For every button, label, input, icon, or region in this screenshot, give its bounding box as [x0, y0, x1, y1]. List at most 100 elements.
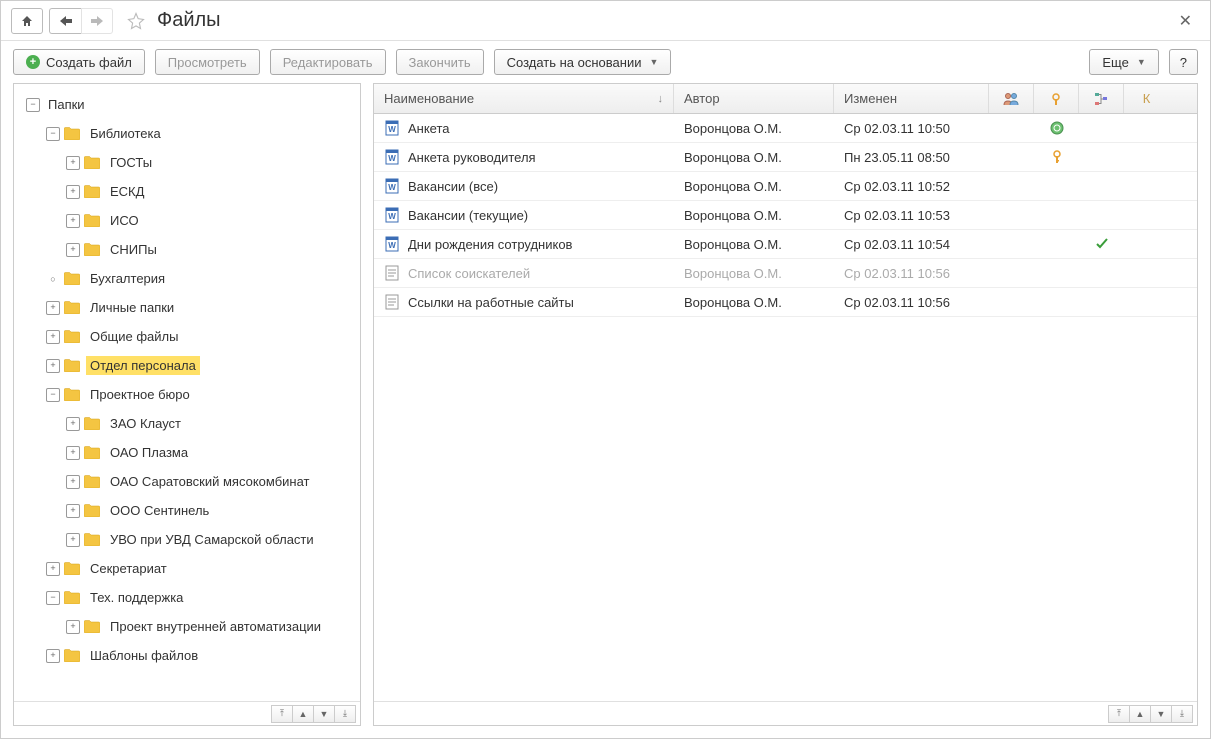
file-row[interactable]: Ссылки на работные сайтыВоронцова О.М.Ср…: [374, 288, 1197, 317]
tree-label: Общие файлы: [86, 327, 182, 346]
chevron-down-icon: ▼: [649, 57, 658, 67]
tree-node[interactable]: + Общие файлы: [18, 322, 356, 351]
file-row[interactable]: WАнкетаВоронцова О.М.Ср 02.03.11 10:50: [374, 114, 1197, 143]
more-dropdown[interactable]: Еще ▼: [1089, 49, 1158, 75]
file-row[interactable]: WАнкета руководителяВоронцова О.М.Пн 23.…: [374, 143, 1197, 172]
tree-node[interactable]: −Проектное бюро: [18, 380, 356, 409]
grid-body[interactable]: WАнкетаВоронцова О.М.Ср 02.03.11 10:50WА…: [374, 114, 1197, 701]
column-header-name[interactable]: Наименование ↓: [374, 84, 674, 113]
tree-label: СНИПы: [106, 240, 161, 259]
tree-node[interactable]: +Личные папки: [18, 293, 356, 322]
column-header-tree-icon[interactable]: [1079, 84, 1124, 113]
footer-btn[interactable]: ▼: [1150, 705, 1172, 723]
file-row[interactable]: Список соискателейВоронцова О.М.Ср 02.03…: [374, 259, 1197, 288]
tree-node[interactable]: + ЕСКД: [18, 177, 356, 206]
file-row[interactable]: WДни рождения сотрудниковВоронцова О.М.С…: [374, 230, 1197, 259]
collapse-icon[interactable]: −: [46, 388, 60, 402]
collapse-icon[interactable]: −: [46, 127, 60, 141]
file-modified: Ср 02.03.11 10:56: [834, 266, 989, 281]
footer-btn[interactable]: ⤓: [1171, 705, 1193, 723]
expand-icon[interactable]: +: [66, 214, 80, 228]
tree-node[interactable]: + Отдел персонала: [18, 351, 356, 380]
tree-node[interactable]: +УВО при УВД Самарской области: [18, 525, 356, 554]
expand-icon[interactable]: +: [66, 156, 80, 170]
expand-icon[interactable]: +: [66, 475, 80, 489]
expand-icon[interactable]: +: [66, 620, 80, 634]
file-check-cell: [1079, 238, 1124, 250]
collapse-icon[interactable]: −: [26, 98, 40, 112]
column-header-modified[interactable]: Изменен: [834, 84, 989, 113]
expand-icon[interactable]: +: [46, 649, 60, 663]
tree-label: Проект внутренней автоматизации: [106, 617, 325, 636]
titlebar: Файлы ✕: [1, 1, 1210, 41]
expand-icon[interactable]: +: [46, 562, 60, 576]
page-title: Файлы: [157, 9, 1171, 32]
tree-node[interactable]: −Библиотека: [18, 119, 356, 148]
tree-label: Отдел персонала: [86, 356, 200, 375]
file-type-icon: W: [384, 236, 400, 252]
view-button[interactable]: Просмотреть: [155, 49, 260, 75]
expand-icon[interactable]: +: [66, 533, 80, 547]
footer-btn[interactable]: ▲: [1129, 705, 1151, 723]
toolbar: + Создать файл Просмотреть Редактировать…: [1, 41, 1210, 83]
footer-btn[interactable]: ⤓: [334, 705, 356, 723]
create-based-dropdown[interactable]: Создать на основании ▼: [494, 49, 672, 75]
column-header-key-icon[interactable]: [1034, 84, 1079, 113]
expand-icon[interactable]: +: [66, 446, 80, 460]
close-button[interactable]: ✕: [1171, 7, 1200, 35]
svg-text:W: W: [388, 154, 396, 163]
column-header-k[interactable]: К: [1124, 84, 1169, 113]
file-author: Воронцова О.М.: [674, 295, 834, 310]
collapse-icon[interactable]: −: [46, 591, 60, 605]
expand-icon[interactable]: +: [66, 243, 80, 257]
tree-node[interactable]: ○Бухгалтерия: [18, 264, 356, 293]
tree-node[interactable]: −Тех. поддержка: [18, 583, 356, 612]
left-pane-footer: ⤒ ▲ ▼ ⤓: [14, 701, 360, 725]
expand-icon[interactable]: +: [66, 504, 80, 518]
tree-node[interactable]: +ООО Сентинель: [18, 496, 356, 525]
file-row[interactable]: WВакансии (текущие)Воронцова О.М.Ср 02.0…: [374, 201, 1197, 230]
finish-button[interactable]: Закончить: [396, 49, 484, 75]
tree-root[interactable]: −Папки: [18, 90, 356, 119]
expand-icon[interactable]: +: [66, 185, 80, 199]
footer-btn[interactable]: ⤒: [1108, 705, 1130, 723]
expand-icon[interactable]: +: [46, 330, 60, 344]
column-header-author[interactable]: Автор: [674, 84, 834, 113]
tree-node[interactable]: +Шаблоны файлов: [18, 641, 356, 670]
file-name: Анкета руководителя: [408, 150, 536, 165]
back-button[interactable]: [49, 8, 81, 34]
tree-node[interactable]: + ГОСТы: [18, 148, 356, 177]
favorite-star-icon[interactable]: [123, 8, 149, 34]
svg-text:W: W: [388, 183, 396, 192]
tree-label: ЕСКД: [106, 182, 148, 201]
help-button[interactable]: ?: [1169, 49, 1198, 75]
footer-btn[interactable]: ⤒: [271, 705, 293, 723]
file-row[interactable]: WВакансии (все)Воронцова О.М.Ср 02.03.11…: [374, 172, 1197, 201]
tree-bullet-icon: ○: [46, 272, 60, 286]
tree-node[interactable]: +ОАО Саратовский мясокомбинат: [18, 467, 356, 496]
edit-button[interactable]: Редактировать: [270, 49, 386, 75]
tree-node[interactable]: +Секретариат: [18, 554, 356, 583]
tree-label: ИСО: [106, 211, 143, 230]
tree-node[interactable]: +ЗАО Клауст: [18, 409, 356, 438]
tree-node[interactable]: +ОАО Плазма: [18, 438, 356, 467]
footer-btn[interactable]: ▲: [292, 705, 314, 723]
expand-icon[interactable]: +: [46, 301, 60, 315]
svg-text:W: W: [388, 125, 396, 134]
tree-label: ГОСТы: [106, 153, 156, 172]
expand-icon[interactable]: +: [46, 359, 60, 373]
create-file-button[interactable]: + Создать файл: [13, 49, 145, 75]
file-author: Воронцова О.М.: [674, 150, 834, 165]
folder-tree[interactable]: −Папки−Библиотека+ГОСТы+ЕСКД+ИСО+СНИПы○Б…: [14, 84, 360, 701]
home-button[interactable]: [11, 8, 43, 34]
tree-node[interactable]: + Проект внутренней автоматизации: [18, 612, 356, 641]
file-name: Анкета: [408, 121, 450, 136]
footer-btn[interactable]: ▼: [313, 705, 335, 723]
tree-node[interactable]: + СНИПы: [18, 235, 356, 264]
forward-button[interactable]: [81, 8, 113, 34]
file-author: Воронцова О.М.: [674, 179, 834, 194]
expand-icon[interactable]: +: [66, 417, 80, 431]
tree-node[interactable]: + ИСО: [18, 206, 356, 235]
tree-label: Папки: [44, 95, 89, 114]
column-header-users-icon[interactable]: [989, 84, 1034, 113]
